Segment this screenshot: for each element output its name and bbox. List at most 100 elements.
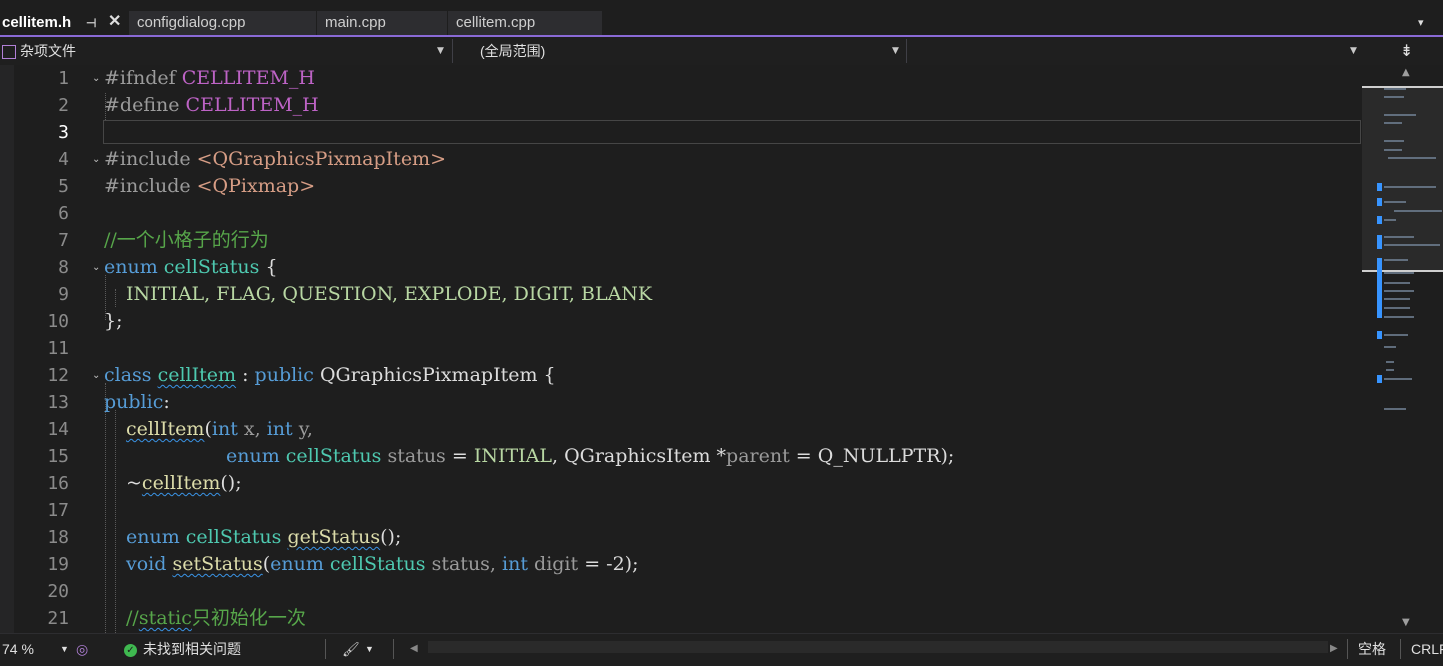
token: setStatus — [172, 553, 263, 575]
code-line: 15 enum cellStatus status = INITIAL, QGr… — [14, 443, 1362, 470]
tab-overflow-icon[interactable]: ▾ — [1418, 16, 1424, 29]
minimap-line — [1384, 186, 1436, 188]
tab-configdialog-cpp[interactable]: configdialog.cpp — [129, 11, 316, 35]
minimap-line — [1384, 219, 1396, 221]
token: public — [254, 364, 314, 386]
fold-chevron-icon[interactable]: ⌄ — [92, 146, 100, 173]
code-text: class cellItem : public QGraphicsPixmapI… — [104, 362, 556, 389]
navigation-bar: 杂项文件 ▼ (全局范围) ▼ ▼ ⇟ — [0, 37, 1443, 66]
zoom-level[interactable]: 74 % — [2, 638, 34, 660]
code-text: enum cellStatus status = INITIAL, QGraph… — [226, 443, 954, 470]
divider — [1400, 639, 1401, 659]
token: { — [265, 256, 278, 278]
tab-cellitem-cpp[interactable]: cellitem.cpp — [448, 11, 602, 35]
status-bar: 74 % ▼ ◎ ✓ 未找到相关问题 🖌 ▼ ◀ ▶ 空格 CRLF — [0, 633, 1443, 666]
token: 只初始化一次 — [191, 607, 306, 629]
close-icon[interactable]: ✕ — [108, 10, 121, 34]
minimap-line — [1384, 244, 1440, 246]
minimap-line — [1384, 201, 1406, 203]
token: cellStatus — [185, 526, 282, 548]
tab-label: cellitem.cpp — [456, 14, 536, 31]
minimap-line — [1384, 114, 1416, 116]
minimap-change-marker — [1377, 183, 1382, 191]
horizontal-scrollbar[interactable] — [428, 641, 1328, 653]
token: (); — [220, 472, 242, 494]
code-line: 13 public: — [14, 389, 1362, 416]
minimap-line — [1384, 334, 1408, 336]
token: x, — [243, 418, 261, 440]
minimap-line — [1384, 298, 1410, 300]
code-editor[interactable]: 1 ⌄ #ifndef CELLITEM_H 2 #define CELLITE… — [14, 65, 1362, 633]
token: int — [502, 553, 528, 575]
project-dropdown[interactable]: 杂项文件 — [2, 41, 450, 61]
minimap-line — [1386, 361, 1394, 363]
minimap-change-marker — [1377, 375, 1382, 383]
token: cellItem — [157, 364, 237, 386]
token: #include — [104, 175, 197, 197]
line-number: 3 — [58, 122, 69, 143]
comment-text: //一个小格子的行为 — [104, 229, 269, 251]
chevron-down-icon[interactable]: ▼ — [437, 41, 444, 61]
issues-label: 未找到相关问题 — [143, 641, 241, 657]
code-text: cellItem(int x, int y, — [126, 416, 313, 443]
chevron-down-icon[interactable]: ▼ — [365, 638, 374, 660]
token: , QGraphicsItem * — [551, 445, 727, 467]
scroll-left-icon[interactable]: ◀ — [410, 638, 418, 660]
divider — [452, 39, 453, 63]
tab-bar: cellitem.h ⊣ ✕ configdialog.cpp main.cpp… — [0, 0, 1443, 36]
token: (); — [380, 526, 402, 548]
token: : — [242, 364, 249, 386]
scope-dropdown[interactable]: (全局范围) — [480, 41, 900, 61]
line-number: 7 — [58, 230, 69, 251]
code-line: 16 ~cellItem(); — [14, 470, 1362, 497]
code-line: 2 #define CELLITEM_H — [14, 92, 1362, 119]
minimap-line — [1386, 369, 1394, 371]
fold-chevron-icon[interactable]: ⌄ — [92, 254, 100, 281]
project-label: 杂项文件 — [20, 43, 76, 59]
token: y, — [298, 418, 313, 440]
token: cellItem — [141, 472, 221, 494]
code-cleanup-brush-icon[interactable]: 🖌 — [342, 638, 360, 660]
token: = -2); — [578, 553, 639, 575]
chevron-down-icon[interactable]: ▼ — [1350, 41, 1357, 61]
code-line: 4 ⌄ #include <QGraphicsPixmapItem> — [14, 146, 1362, 173]
token: ( — [262, 553, 271, 575]
chevron-down-icon[interactable]: ▼ — [60, 638, 69, 660]
code-line: 14 cellItem(int x, int y, — [14, 416, 1362, 443]
fold-chevron-icon[interactable]: ⌄ — [92, 362, 100, 389]
split-window-icon[interactable]: ⇟ — [1400, 41, 1413, 60]
check-circle-icon: ✓ — [124, 643, 137, 657]
tab-main-cpp[interactable]: main.cpp — [317, 11, 447, 35]
minimap-line — [1384, 272, 1414, 274]
token: #ifndef — [104, 67, 182, 89]
line-number: 1 — [58, 68, 69, 89]
chevron-down-icon[interactable]: ▼ — [892, 41, 899, 61]
tab-cellitem-h[interactable]: cellitem.h ⊣ ✕ — [0, 11, 128, 35]
token: <QPixmap> — [196, 175, 316, 197]
code-line: 6 — [14, 200, 1362, 227]
scroll-up-icon[interactable]: ▲ — [1402, 67, 1410, 78]
indent-mode[interactable]: 空格 — [1358, 638, 1386, 660]
line-ending[interactable]: CRLF — [1411, 638, 1443, 660]
code-line: 9 INITIAL, FLAG, QUESTION, EXPLODE, DIGI… — [14, 281, 1362, 308]
line-number: 12 — [47, 365, 69, 386]
scroll-right-icon[interactable]: ▶ — [1330, 638, 1338, 660]
divider — [1347, 639, 1348, 659]
minimap-line — [1384, 96, 1404, 98]
minimap-line — [1384, 122, 1402, 124]
minimap-line — [1384, 282, 1410, 284]
divider — [906, 39, 907, 63]
issues-indicator[interactable]: ✓ 未找到相关问题 — [124, 638, 241, 660]
pin-icon[interactable]: ⊣ — [86, 11, 96, 35]
fold-chevron-icon[interactable]: ⌄ — [92, 65, 100, 92]
member-dropdown[interactable] — [912, 41, 1352, 61]
token: parent — [726, 445, 790, 467]
line-number: 6 — [58, 203, 69, 224]
line-number: 9 — [58, 284, 69, 305]
minimap-change-marker — [1377, 235, 1382, 249]
token: <QGraphicsPixmapItem> — [196, 148, 446, 170]
minimap-line — [1384, 378, 1412, 380]
code-text: #include <QPixmap> — [104, 173, 315, 200]
copilot-icon[interactable]: ◎ — [76, 638, 88, 660]
scroll-down-icon[interactable]: ▼ — [1402, 617, 1410, 628]
